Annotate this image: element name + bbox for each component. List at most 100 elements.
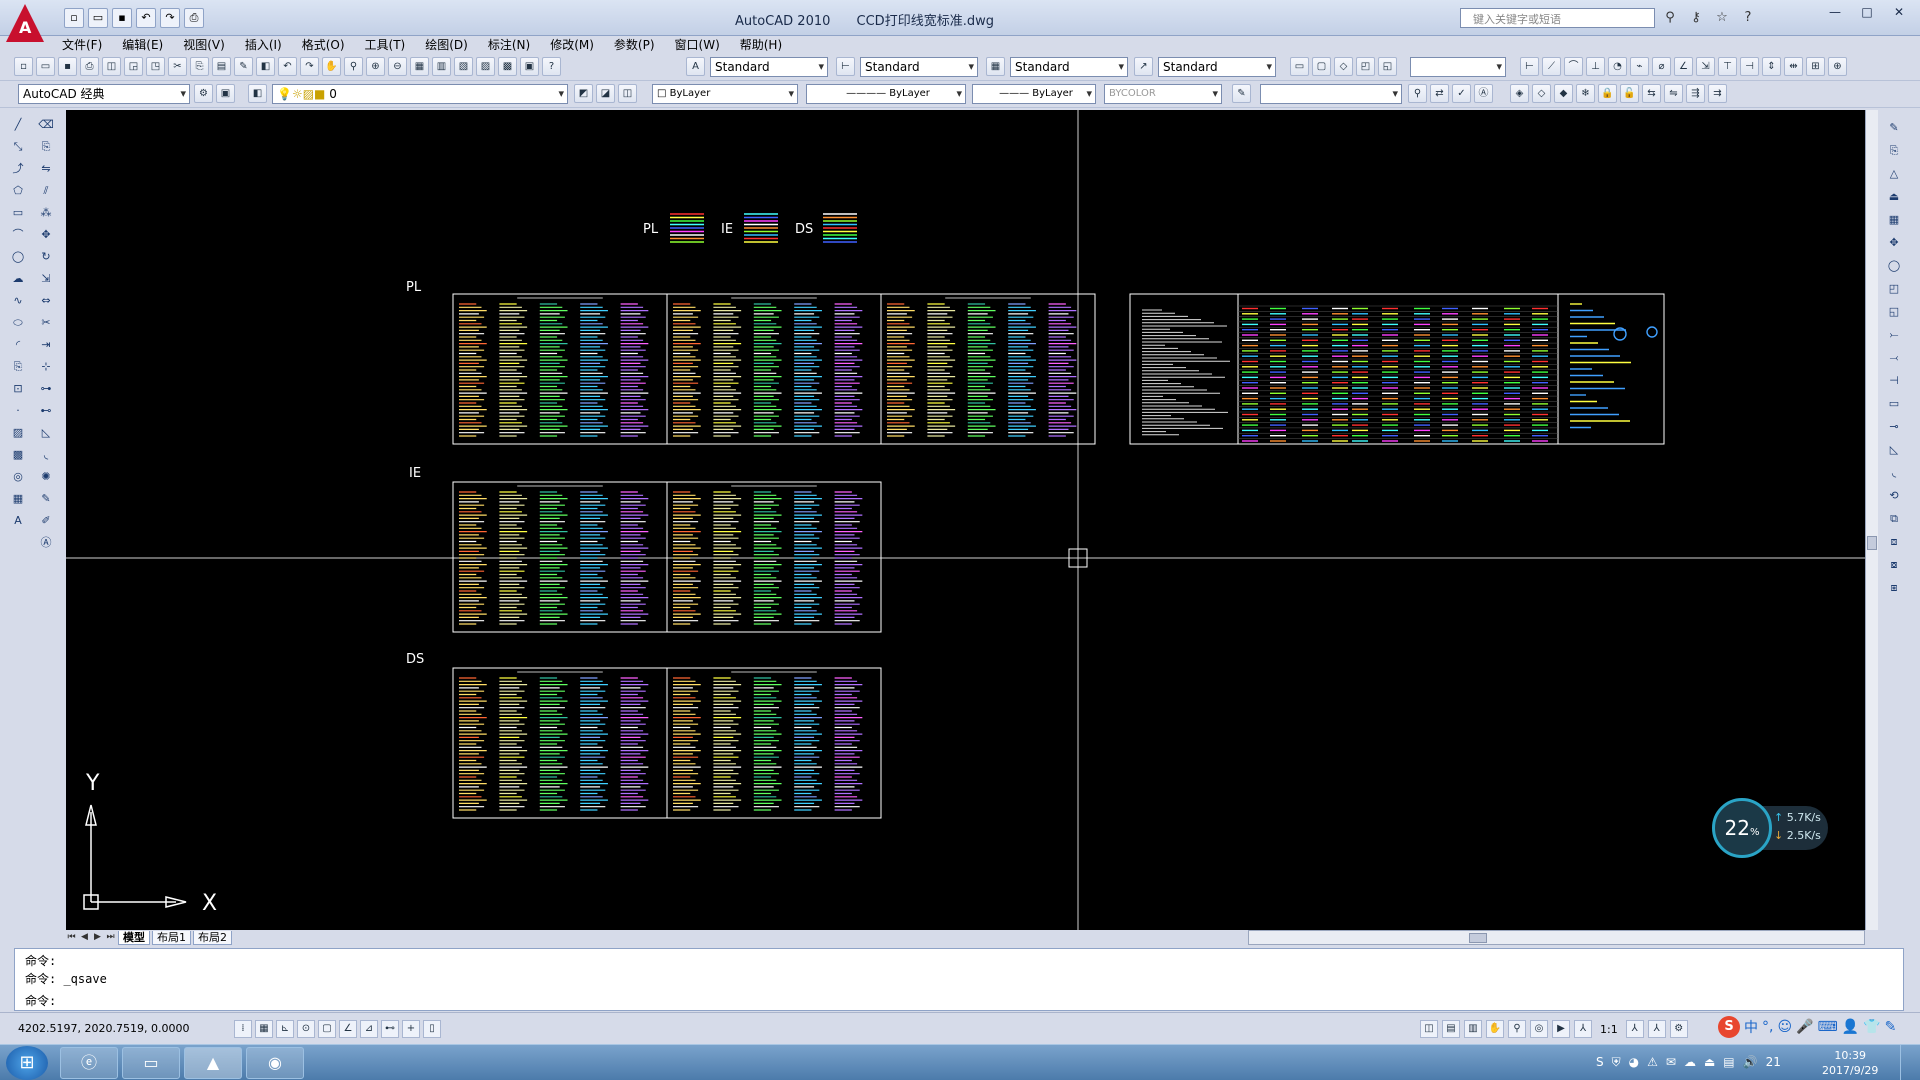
linetype-select[interactable]: ———— ByLayer <box>806 84 966 104</box>
keyboard-icon[interactable]: ⌨ <box>1818 1019 1838 1035</box>
model-space-canvas[interactable]: PL IE DS PL IE DS Y X <box>66 110 1865 930</box>
find-text-icon[interactable]: ✎ <box>1232 84 1251 103</box>
publish-icon[interactable]: ◲ <box>124 57 143 76</box>
horizontal-scroll-thumb[interactable] <box>1469 933 1487 943</box>
arc-length-icon[interactable]: ⌒ <box>1564 57 1583 76</box>
block-editor-icon[interactable]: ◧ <box>256 57 275 76</box>
tab-model[interactable]: 模型 <box>118 930 150 945</box>
menu-file[interactable]: 文件(F) <box>52 36 112 54</box>
table-style-icon[interactable]: ▦ <box>986 57 1005 76</box>
viewport-scale-select[interactable] <box>1410 57 1506 77</box>
punctuation-icon[interactable]: °, <box>1762 1019 1773 1035</box>
baseline-dim-icon[interactable]: ⊤ <box>1718 57 1737 76</box>
layer-manager-icon[interactable]: ◧ <box>248 84 267 103</box>
extend-right-icon[interactable]: ⤙ <box>1884 348 1904 367</box>
spell-check-icon[interactable]: ✓ <box>1452 84 1471 103</box>
tools-icon[interactable]: ✎ <box>1885 1019 1897 1035</box>
last-tab-icon[interactable]: ⏭ <box>105 931 116 944</box>
binoculars-icon[interactable]: ⚲ <box>1660 9 1680 27</box>
cloud-icon[interactable]: ☁ <box>1684 1055 1696 1070</box>
menu-insert[interactable]: 插入(I) <box>235 36 292 54</box>
viewport-icon[interactable]: ▭ <box>1290 57 1309 76</box>
rotate-right-icon[interactable]: ◯ <box>1884 256 1904 275</box>
help-icon[interactable]: ? <box>542 57 561 76</box>
prev-tab-icon[interactable]: ◀ <box>79 931 90 944</box>
shield-icon[interactable]: ⛨ <box>1612 1055 1621 1070</box>
snap-mode-icon[interactable]: ⁞ <box>234 1020 252 1038</box>
network-icon[interactable]: ▤ <box>1723 1055 1734 1070</box>
edit-text-icon[interactable]: Ⓐ <box>36 533 56 552</box>
internet-explorer-icon[interactable]: ⓔ <box>60 1047 118 1079</box>
color-select[interactable]: □ ByLayer <box>652 84 798 104</box>
erase-icon[interactable]: ⌫ <box>36 115 56 134</box>
wechat-icon[interactable]: ✉ <box>1666 1055 1676 1070</box>
start-button-icon[interactable]: ⊞ <box>6 1046 48 1080</box>
vertical-scroll-thumb[interactable] <box>1867 536 1877 550</box>
properties-icon[interactable]: ▦ <box>410 57 429 76</box>
tray-number[interactable]: 21 <box>1766 1055 1781 1070</box>
lineweight-select[interactable]: ——— ByLayer <box>972 84 1096 104</box>
redo-icon[interactable]: ↷ <box>160 8 180 28</box>
draworder-above-icon[interactable]: ⧇ <box>1884 555 1904 574</box>
sogou-tray-icon[interactable]: S <box>1596 1055 1604 1070</box>
open-icon[interactable]: ▭ <box>36 57 55 76</box>
annotation-visibility-icon[interactable]: ⅄ <box>1625 1020 1644 1038</box>
plot-icon[interactable]: ⎙ <box>80 57 99 76</box>
layer-freeze-icon[interactable]: ❄ <box>1576 84 1595 103</box>
command-prompt[interactable]: 命令: <box>25 992 56 1009</box>
restore-button[interactable]: □ <box>1852 4 1882 22</box>
markup-icon[interactable]: ▩ <box>498 57 517 76</box>
snap-tracking-icon[interactable]: ∠ <box>339 1020 357 1038</box>
quick-view-layouts-icon[interactable]: ▤ <box>1442 1020 1460 1038</box>
make-current-layer-icon[interactable]: ◩ <box>574 84 593 103</box>
dim-space-icon[interactable]: ⇕ <box>1762 57 1781 76</box>
stretch-right-icon[interactable]: ◱ <box>1884 302 1904 321</box>
table-style-select[interactable]: Standard <box>1010 57 1128 77</box>
horizontal-scrollbar[interactable] <box>1248 930 1865 945</box>
copy-object-icon[interactable]: ⎘ <box>36 137 56 156</box>
menu-format[interactable]: 格式(O) <box>292 36 355 54</box>
model-space-icon[interactable]: ◫ <box>1420 1020 1438 1038</box>
coordinate-readout[interactable]: 4202.5197, 2020.7519, 0.0000 <box>18 1022 189 1035</box>
multiline-text-icon[interactable]: A <box>8 511 28 530</box>
find-icon[interactable]: ⚲ <box>1408 84 1427 103</box>
copy-icon[interactable]: ⎘ <box>190 57 209 76</box>
continue-dim-icon[interactable]: ⊣ <box>1740 57 1759 76</box>
polygon-icon[interactable]: ⬠ <box>8 181 28 200</box>
scale-icon[interactable]: ⇲ <box>36 269 56 288</box>
menu-tools[interactable]: 工具(T) <box>355 36 416 54</box>
move-right-icon[interactable]: ✥ <box>1884 233 1904 252</box>
design-center-icon[interactable]: ▥ <box>432 57 451 76</box>
join-right-icon[interactable]: ▭ <box>1884 394 1904 413</box>
layer-off-icon[interactable]: ◆ <box>1554 84 1573 103</box>
save-icon[interactable]: ▪ <box>112 8 132 28</box>
gradient-icon[interactable]: ▩ <box>8 445 28 464</box>
arc-icon[interactable]: ⌒ <box>8 225 28 244</box>
offset-icon[interactable]: ⫽ <box>36 181 56 200</box>
quick-properties-icon[interactable]: ▯ <box>423 1020 441 1038</box>
array-icon[interactable]: ⁂ <box>36 203 56 222</box>
star-icon[interactable]: ☆ <box>1712 9 1732 27</box>
dynamic-input-icon[interactable]: ⊷ <box>381 1020 399 1038</box>
match-properties-icon[interactable]: ✎ <box>234 57 253 76</box>
edit-polyline-icon[interactable]: ✎ <box>36 489 56 508</box>
volume-icon[interactable]: 🔊 <box>1743 1055 1758 1070</box>
multileader-style-select[interactable]: Standard <box>1158 57 1276 77</box>
draworder-under-icon[interactable]: ⧆ <box>1884 578 1904 597</box>
break-right-icon[interactable]: ⊣ <box>1884 371 1904 390</box>
paste-icon[interactable]: ▤ <box>212 57 231 76</box>
multileader-style-icon[interactable]: ↗ <box>1134 57 1153 76</box>
annotation-scale-icon[interactable]: ⅄ <box>1574 1020 1592 1038</box>
workspace-save-icon[interactable]: ▣ <box>216 84 235 103</box>
tolerance-icon[interactable]: ⊞ <box>1806 57 1825 76</box>
autocad-taskbar-icon[interactable]: ▲ <box>184 1047 242 1079</box>
redo-icon[interactable]: ↷ <box>300 57 319 76</box>
ellipse-icon[interactable]: ⬭ <box>8 313 28 332</box>
vertical-scrollbar[interactable] <box>1865 110 1878 930</box>
table-icon[interactable]: ▦ <box>8 489 28 508</box>
polygonal-viewport-icon[interactable]: ◇ <box>1334 57 1353 76</box>
trim-right-icon[interactable]: ⤚ <box>1884 325 1904 344</box>
eject-icon[interactable]: ⏏ <box>1704 1055 1715 1070</box>
command-window[interactable]: 命令: 命令: _qsave 命令: <box>14 948 1904 1011</box>
clip-viewport-icon[interactable]: ◱ <box>1378 57 1397 76</box>
